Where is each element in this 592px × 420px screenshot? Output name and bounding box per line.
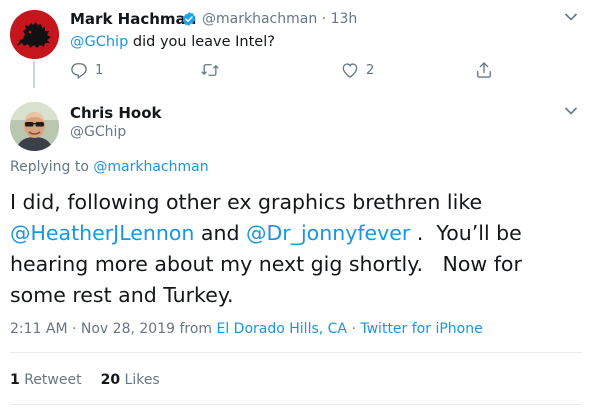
replying-to-row: Replying to @markhachman	[10, 159, 209, 175]
tweet-body-text: and	[194, 221, 247, 245]
replying-to-link[interactable]: @markhachman	[93, 159, 208, 175]
like-count: 2	[366, 62, 375, 78]
author-handle[interactable]: @markhachman	[202, 11, 317, 27]
heart-icon	[342, 63, 358, 78]
tweet-timestamp[interactable]: 2:11 AM · Nov 28, 2019 from	[10, 321, 217, 337]
profile-photo	[10, 102, 59, 151]
engagement-stats: 1 Retweet 20 Likes	[10, 372, 160, 388]
divider	[10, 404, 582, 405]
share-icon	[477, 62, 491, 78]
reply-icon	[71, 63, 87, 80]
chevron-down-icon[interactable]	[564, 106, 578, 116]
author-name[interactable]: Mark Hachman	[70, 10, 196, 28]
mention-link[interactable]: @GChip	[70, 34, 128, 50]
separator-dot: ·	[347, 321, 361, 337]
likes-count: 20	[100, 372, 121, 388]
tweet-meta: 2:11 AM · Nov 28, 2019 from El Dorado Hi…	[10, 321, 483, 337]
separator-dot: ·	[321, 11, 327, 27]
author-avatar-markhachman[interactable]	[10, 10, 59, 59]
retweets-label: Retweet	[24, 372, 82, 388]
retweet-icon	[201, 64, 219, 76]
tweet-body-text: I did, following other ex graphics breth…	[10, 190, 483, 214]
mention-link[interactable]: @Dr_jonnyfever	[246, 221, 410, 245]
tweet-time[interactable]: 13h	[331, 11, 358, 27]
author-name[interactable]: Chris Hook	[70, 104, 162, 122]
tweet-text: @GChip did you leave Intel?	[70, 34, 275, 50]
location-link[interactable]: El Dorado Hills, CA	[217, 321, 348, 337]
likes-stat[interactable]: 20 Likes	[101, 372, 160, 388]
chevron-down-icon[interactable]	[564, 12, 578, 22]
author-handle-row: @markhachman · 13h	[202, 11, 357, 27]
likes-label: Likes	[124, 372, 160, 388]
author-avatar-gchip[interactable]	[10, 102, 59, 151]
like-button[interactable]: 2	[340, 60, 374, 80]
mention-link[interactable]: @HeatherJLennon	[10, 221, 194, 245]
reply-count: 1	[95, 62, 104, 78]
share-button[interactable]	[474, 60, 494, 80]
retweets-stat[interactable]: 1 Retweet	[10, 372, 82, 388]
source-link[interactable]: Twitter for iPhone	[360, 321, 482, 337]
tweet-text-body: did you leave Intel?	[128, 34, 275, 50]
reply-button[interactable]: 1	[69, 60, 103, 80]
retweet-button[interactable]	[200, 60, 226, 80]
thread-connector	[33, 61, 35, 88]
author-handle[interactable]: @GChip	[70, 124, 126, 140]
divider	[10, 352, 582, 353]
tweet-body: I did, following other ex graphics breth…	[10, 187, 585, 311]
godzilla-logo-icon	[10, 10, 59, 59]
replying-to-label: Replying to	[10, 159, 94, 175]
retweets-count: 1	[10, 372, 20, 388]
verified-badge-icon	[182, 12, 196, 26]
